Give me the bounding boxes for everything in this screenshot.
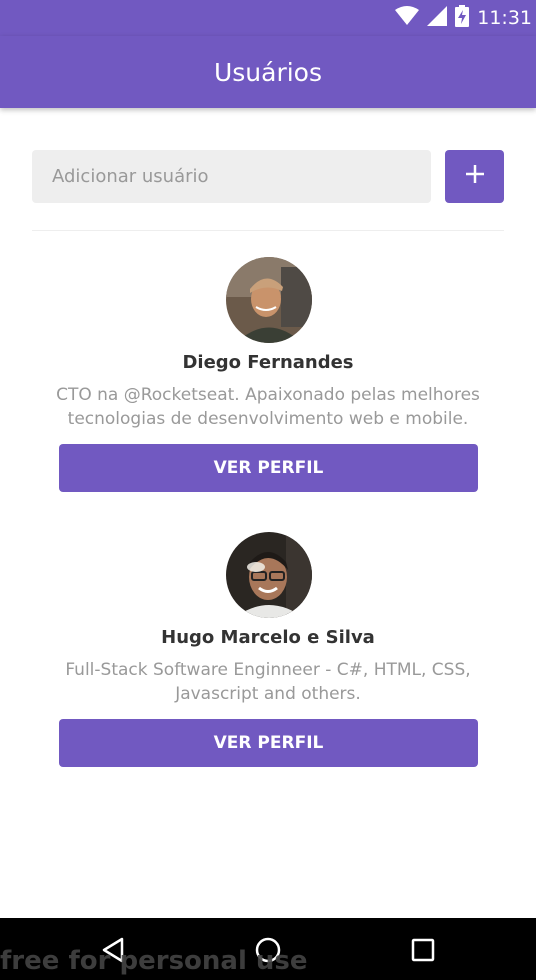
status-icons: 11:31 (395, 4, 532, 32)
view-profile-button[interactable]: VER PERFIL (59, 444, 478, 492)
plus-icon (465, 165, 484, 188)
signal-icon (427, 5, 448, 31)
user-name: Diego Fernandes (182, 352, 354, 373)
user-name: Hugo Marcelo e Silva (161, 627, 375, 648)
app-bar: Usuários (0, 36, 536, 108)
add-user-button[interactable] (445, 150, 504, 203)
user-card: Hugo Marcelo e Silva Full-Stack Software… (32, 532, 504, 772)
avatar (226, 257, 312, 343)
page-title: Usuários (213, 57, 323, 87)
user-bio: CTO na @Rocketseat. Apaixonado pelas mel… (56, 385, 480, 429)
status-bar: 11:31 (0, 0, 536, 36)
status-time: 11:31 (477, 7, 532, 29)
watermark-text: free for personal use (0, 946, 308, 976)
battery-charging-icon (455, 4, 470, 32)
user-bio: Full-Stack Software Enginneer - C#, HTML… (65, 660, 471, 704)
add-user-form (32, 150, 504, 203)
add-user-input[interactable] (32, 150, 431, 203)
user-card: Diego Fernandes CTO na @Rocketseat. Apai… (32, 257, 504, 497)
wifi-icon (395, 5, 420, 31)
avatar (226, 532, 312, 618)
recents-icon[interactable] (409, 936, 437, 964)
view-profile-button[interactable]: VER PERFIL (59, 719, 478, 767)
divider (32, 230, 504, 231)
